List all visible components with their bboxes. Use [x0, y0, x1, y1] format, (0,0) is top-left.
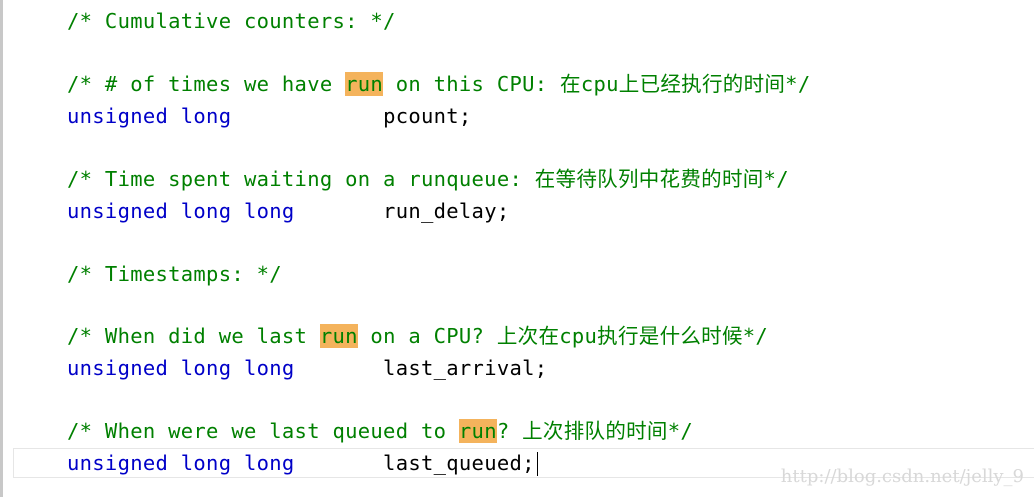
code-line[interactable]: unsigned long pcount;: [67, 102, 472, 130]
code-line[interactable]: /* When were we last queued to run? 上次排队…: [67, 417, 693, 445]
search-highlight: run: [319, 324, 358, 348]
search-highlight: run: [458, 419, 497, 443]
keyword-token: unsigned long long: [67, 199, 295, 223]
comment-token: /* When were we last queued to: [67, 419, 459, 443]
comment-token: /* When did we last: [67, 324, 320, 348]
identifier-token: pcount;: [231, 104, 472, 128]
comment-token: on a CPU? 上次在cpu执行是什么时候*/: [357, 324, 769, 348]
identifier-token: last_arrival;: [294, 356, 548, 380]
code-line[interactable]: unsigned long long last_queued;: [67, 449, 538, 477]
comment-token: ? 上次排队的时间*/: [496, 419, 694, 443]
watermark-url: http://blog.csdn.net/jelly_9: [780, 466, 1024, 487]
code-line[interactable]: /* Cumulative counters: */: [67, 7, 396, 35]
code-line[interactable]: /* # of times we have run on this CPU: 在…: [67, 70, 810, 98]
code-line[interactable]: unsigned long long last_arrival;: [67, 354, 547, 382]
code-editor[interactable]: _ _ /* Cumulative counters: */ /* # of ti…: [0, 0, 1034, 497]
text-caret: [536, 452, 538, 476]
comment-token: /* Timestamps: */: [67, 262, 282, 286]
comment-token: /* Cumulative counters: */: [67, 9, 396, 33]
comment-token: /* Time spent waiting on a runqueue: 在等待…: [67, 167, 789, 191]
scrolled-line-fragment: _ _: [183, 0, 205, 4]
code-line[interactable]: /* Time spent waiting on a runqueue: 在等待…: [67, 165, 789, 193]
keyword-token: unsigned long: [67, 104, 232, 128]
code-line[interactable]: /* Timestamps: */: [67, 260, 282, 288]
code-line[interactable]: /* When did we last run on a CPU? 上次在cpu…: [67, 322, 768, 350]
comment-token: /* # of times we have: [67, 72, 346, 96]
keyword-token: unsigned long long: [67, 356, 295, 380]
search-highlight: run: [345, 72, 384, 96]
keyword-token: unsigned long long: [67, 451, 295, 475]
comment-token: on this CPU: 在cpu上已经执行的时间*/: [383, 72, 811, 96]
code-line[interactable]: unsigned long long run_delay;: [67, 197, 509, 225]
identifier-token: run_delay;: [294, 199, 510, 223]
identifier-token: last_queued;: [294, 451, 535, 475]
